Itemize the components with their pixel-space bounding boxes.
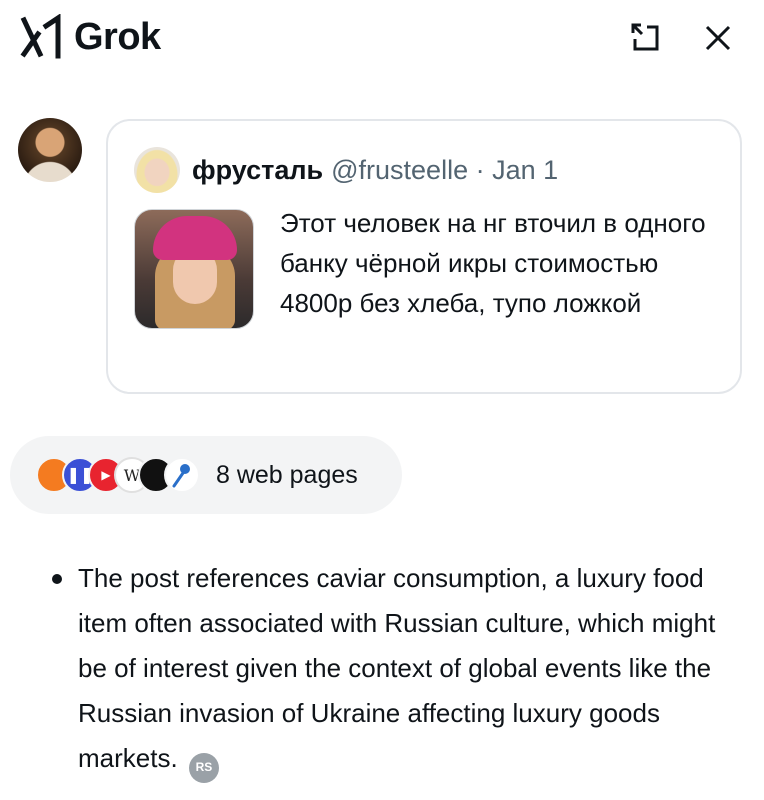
citation-icon[interactable]: RS — [188, 752, 219, 783]
quoted-post-body: Этот человек на нг вточил в одного банку… — [134, 208, 720, 329]
pin-icon — [172, 464, 190, 488]
source-pin-icon — [164, 457, 200, 493]
answer-bullet: The post references caviar consumption, … — [50, 556, 750, 783]
grok-answer: The post references caviar consumption, … — [50, 556, 750, 783]
post-date: Jan 1 — [492, 154, 559, 185]
source-favicons: ❚❚ ▶ W — [36, 454, 206, 496]
post-media-image[interactable] — [134, 209, 254, 329]
handle-text: @frusteelle — [331, 154, 469, 185]
quoted-post-author: фрусталь @frusteelle · Jan 1 — [134, 147, 558, 193]
close-icon — [705, 25, 731, 51]
close-button[interactable] — [698, 18, 738, 58]
quoted-post-card[interactable]: фрусталь @frusteelle · Jan 1 Этот челове… — [106, 119, 742, 394]
quoted-post-text: Этот человек на нг вточил в одного банку… — [280, 208, 706, 318]
author-handle: @frusteelle · Jan 1 — [331, 154, 559, 185]
expand-icon — [631, 23, 659, 51]
web-sources-chip[interactable]: ❚❚ ▶ W 8 web pages — [10, 436, 402, 514]
expand-button[interactable] — [626, 18, 666, 58]
author-avatar[interactable] — [134, 147, 180, 193]
user-avatar[interactable] — [18, 118, 82, 182]
web-pages-count: 8 web pages — [216, 460, 358, 489]
author-name[interactable]: фрусталь — [192, 155, 323, 186]
grok-header: Grok — [0, 0, 764, 80]
grok-logo: Grok — [20, 14, 161, 60]
bullet-dot — [52, 574, 62, 584]
app-title: Grok — [74, 15, 161, 58]
grok-logo-icon — [20, 14, 61, 59]
answer-text: The post references caviar consumption, … — [78, 563, 716, 773]
